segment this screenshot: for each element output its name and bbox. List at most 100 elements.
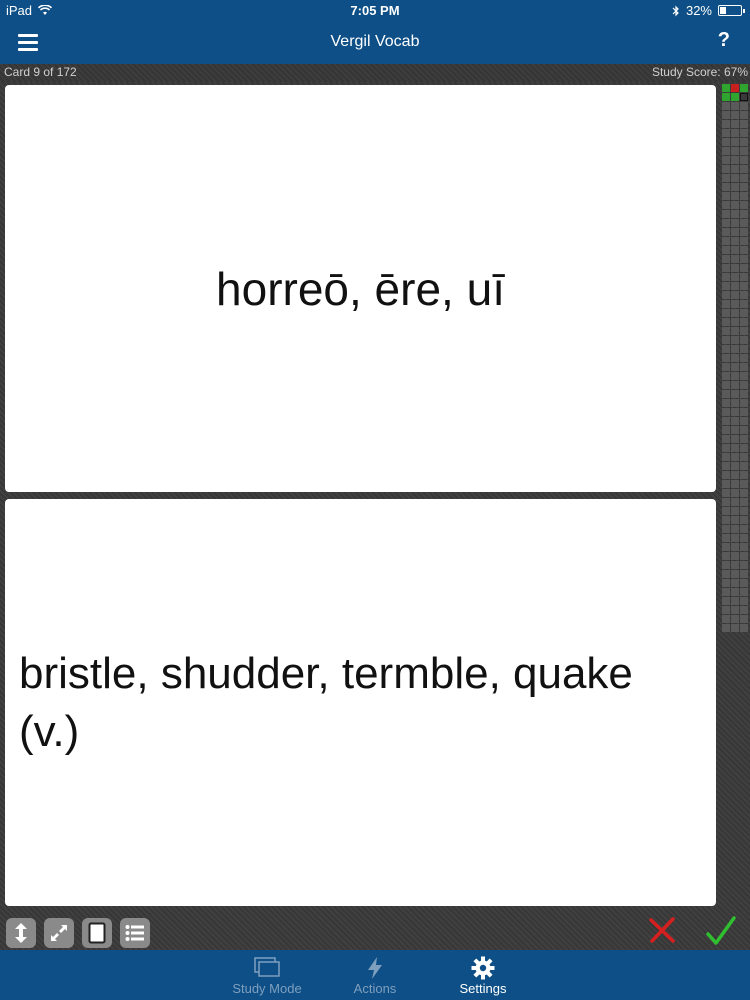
progress-cell [740,345,748,353]
progress-cell [722,219,730,227]
single-card-button[interactable] [82,918,112,948]
progress-cell [722,462,730,470]
progress-cell [722,264,730,272]
tab-settings[interactable]: Settings [438,955,528,996]
battery-percent: 32% [685,3,712,18]
single-card-icon [88,922,106,944]
progress-cell [722,507,730,515]
progress-cell [740,264,748,272]
vertical-resize-button[interactable] [6,918,36,948]
progress-cell [722,381,730,389]
progress-cell [722,534,730,542]
progress-cell [722,570,730,578]
progress-cell [731,597,739,605]
progress-cell [731,345,739,353]
progress-cell [740,165,748,173]
progress-cell [731,561,739,569]
progress-cell [731,399,739,407]
progress-cell [740,516,748,524]
progress-cell [722,300,730,308]
progress-cell [731,408,739,416]
card-front[interactable]: horreō, ēre, uī [5,85,716,492]
progress-cell [740,471,748,479]
progress-cell [731,354,739,362]
progress-cell [740,300,748,308]
x-mark-icon [649,917,675,943]
progress-cell [731,516,739,524]
progress-cell [731,606,739,614]
progress-cell [740,156,748,164]
nav-bar: Vergil Vocab ? [0,22,750,64]
progress-cell [731,120,739,128]
progress-cell [722,174,730,182]
progress-cell [731,381,739,389]
progress-cell [731,129,739,137]
progress-cell [740,408,748,416]
progress-cell [731,579,739,587]
progress-cell [740,237,748,245]
progress-cell [722,147,730,155]
progress-cell [740,534,748,542]
progress-cell [740,363,748,371]
progress-cell [740,192,748,200]
tab-settings-label: Settings [459,981,507,996]
progress-cell [740,174,748,182]
card-back[interactable]: bristle, shudder, termble, quake (v.) [5,499,716,906]
progress-cell [740,606,748,614]
tab-study-mode[interactable]: Study Mode [222,955,312,996]
progress-cell [740,552,748,560]
bluetooth-icon [672,5,679,16]
progress-cell [722,255,730,263]
progress-cell [740,111,748,119]
progress-cell [731,444,739,452]
progress-cell [731,183,739,191]
progress-cell [740,597,748,605]
progress-cell [740,201,748,209]
tab-actions[interactable]: Actions [330,955,420,996]
progress-cell [740,615,748,623]
progress-cell [731,336,739,344]
card-area: horreō, ēre, uī bristle, shudder, termbl… [0,82,750,950]
help-button[interactable]: ? [718,29,730,52]
progress-cell [740,129,748,137]
progress-cell [740,399,748,407]
progress-cell [740,318,748,326]
progress-cell [722,309,730,317]
progress-cell [731,174,739,182]
progress-cell [722,237,730,245]
progress-cell [731,147,739,155]
progress-cell [731,237,739,245]
progress-cell [731,552,739,560]
progress-cell [722,372,730,380]
progress-cell [722,588,730,596]
progress-cell [740,525,748,533]
progress-cell [731,138,739,146]
progress-cell [722,210,730,218]
expand-button[interactable] [44,918,74,948]
progress-cell [731,201,739,209]
progress-cell [731,165,739,173]
progress-cell [740,273,748,281]
progress-cell [740,120,748,128]
progress-cell [731,417,739,425]
progress-cell [722,399,730,407]
progress-cell [731,507,739,515]
progress-cell [731,543,739,551]
progress-cell [731,588,739,596]
progress-cell [722,552,730,560]
progress-cell [722,93,730,101]
mark-correct-button[interactable] [704,914,738,953]
progress-cell [731,93,739,101]
study-score: Study Score: 67% [651,65,748,79]
progress-cell [740,84,748,92]
lightning-icon [368,957,382,979]
list-button[interactable] [120,918,150,948]
mark-wrong-button[interactable] [646,914,678,951]
progress-cell [740,489,748,497]
tab-study-mode-label: Study Mode [232,981,302,996]
progress-cell [722,102,730,110]
progress-cell [722,327,730,335]
progress-cell [731,156,739,164]
progress-cell [740,228,748,236]
progress-cell [731,462,739,470]
